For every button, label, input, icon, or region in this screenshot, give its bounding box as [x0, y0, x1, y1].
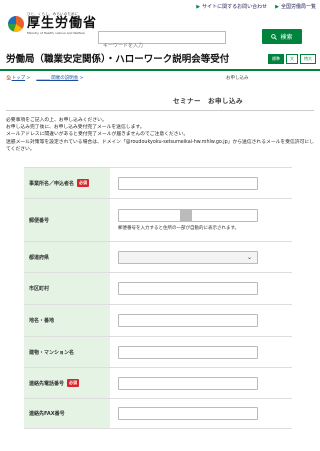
form-field: 郵便番号を入力すると住所の一部が自動的に表示されます。	[110, 199, 292, 241]
breadcrumb-home[interactable]: 🏠トップ >	[6, 75, 30, 81]
bureau-list-link-label: 全国労働局一覧	[280, 4, 316, 10]
logo-text: ひと、くらし、みらいのために 厚生労働省 Ministry of Health,…	[27, 12, 97, 35]
logo-english: Ministry of Health, Labour and Welfare	[27, 31, 85, 35]
form-field	[110, 337, 292, 367]
intro-line: メールアドレスに間違いがあると受付完了メールが届きませんのでご注意ください。	[6, 132, 189, 138]
street-label: 地名・番地	[29, 318, 55, 324]
postcode-separator	[180, 209, 192, 222]
form-field: ⌄	[110, 242, 292, 272]
form-field	[110, 368, 292, 398]
section-divider	[6, 110, 314, 111]
application-form: 事業所名／申込者名 必須 郵便番号 郵便番号を入力すると住所の一部が自動的に表示さ…	[24, 167, 292, 429]
breadcrumb-home-label: トップ	[11, 76, 26, 81]
breadcrumb-current: お申し込み	[226, 76, 249, 81]
fax-input[interactable]	[118, 407, 258, 420]
form-row-city: 市区町村	[24, 273, 292, 305]
size-large-button[interactable]: 大	[286, 54, 298, 64]
site-logo[interactable]: ひと、くらし、みらいのために 厚生労働省 Ministry of Health,…	[8, 12, 97, 35]
text-size-tools: 標準 大 特大	[268, 54, 316, 64]
building-label: 建物・マンション名	[29, 349, 75, 356]
size-xlarge-button[interactable]: 特大	[300, 54, 316, 64]
title-divider	[0, 69, 320, 71]
logo-name: 厚生労働省	[27, 16, 98, 31]
form-row-phone: 連絡先電話番号 必須	[24, 368, 292, 399]
form-label: 連絡先FAX番号	[24, 399, 110, 428]
breadcrumb: 🏠トップ > ______ 開催の説明会 >	[6, 75, 83, 81]
search-input[interactable]	[99, 40, 225, 52]
postcode-inputs	[118, 209, 258, 222]
page-title: 労働局（職業安定関係）・ハローワーク説明会等受付	[6, 54, 230, 65]
size-standard-button[interactable]: 標準	[268, 54, 284, 64]
intro-line: 迷惑メール対策等を設定されている場合は、ドメイン「@roudoukyoku-se…	[6, 139, 314, 152]
arrow-icon: ▶	[196, 4, 201, 10]
postcode-label: 郵便番号	[29, 217, 50, 224]
breadcrumb-seminar[interactable]: ______ 開催の説明会 >	[36, 75, 83, 81]
form-label: 市区町村	[24, 273, 110, 304]
intro-line: 必要事項をご記入の上、お申し込みください。	[6, 118, 107, 123]
form-row-company: 事業所名／申込者名 必須	[24, 168, 292, 199]
intro-line: お申し込み完了後に、お申し込み受付完了メールを送信します。	[6, 125, 145, 131]
form-label: 連絡先電話番号 必須	[24, 368, 110, 398]
phone-label: 連絡先電話番号	[29, 380, 65, 387]
form-label: 建物・マンション名	[24, 337, 110, 367]
search-button[interactable]: 検索	[262, 29, 302, 44]
logo-mark-icon	[8, 15, 24, 32]
intro-text: 必要事項をご記入の上、お申し込みください。 お申し込み完了後に、お申し込み受付完…	[6, 117, 314, 153]
form-row-postcode: 郵便番号 郵便番号を入力すると住所の一部が自動的に表示されます。	[24, 199, 292, 242]
form-field	[110, 305, 292, 336]
postcode-note: 郵便番号を入力すると住所の一部が自動的に表示されます。	[118, 226, 240, 231]
form-label: 事業所名／申込者名 必須	[24, 168, 110, 198]
building-input[interactable]	[118, 345, 258, 359]
header-links: ▶ サイトに関するお問い合わせ ▶ 全国労働局一覧	[196, 3, 316, 10]
prefecture-label: 都道府県	[29, 254, 50, 261]
search-button-label: 検索	[280, 34, 293, 41]
form-row-fax: 連絡先FAX番号	[24, 399, 292, 429]
contact-link-label: サイトに関するお問い合わせ	[202, 4, 268, 10]
contact-link[interactable]: ▶ サイトに関するお問い合わせ	[196, 3, 267, 10]
form-row-building: 建物・マンション名	[24, 337, 292, 368]
bureau-list-link[interactable]: ▶ 全国労働局一覧	[275, 3, 316, 10]
form-label: 都道府県	[24, 242, 110, 272]
breadcrumb-seminar-label: ______ 開催の説明会	[36, 76, 79, 81]
chevron-down-icon: ⌄	[246, 253, 252, 261]
form-field	[110, 273, 292, 304]
search-icon	[271, 33, 278, 40]
street-input[interactable]	[118, 314, 258, 327]
required-badge: 必須	[67, 379, 80, 387]
form-row-prefecture: 都道府県 ⌄	[24, 242, 292, 273]
form-label: 地名・番地	[24, 305, 110, 336]
form-label: 郵便番号	[24, 199, 110, 241]
company-label: 事業所名／申込者名	[29, 180, 75, 187]
company-name-input[interactable]	[118, 176, 258, 190]
phone-input[interactable]	[118, 376, 258, 390]
form-field	[110, 168, 292, 198]
section-title: セミナー お申し込み	[173, 97, 243, 105]
form-row-street: 地名・番地	[24, 305, 292, 337]
search-box	[98, 31, 226, 52]
fax-label: 連絡先FAX番号	[29, 411, 65, 417]
city-label: 市区町村	[29, 286, 50, 292]
prefecture-select[interactable]: ⌄	[118, 250, 258, 264]
arrow-icon: ▶	[275, 4, 279, 10]
city-input[interactable]	[118, 282, 258, 295]
form-field	[110, 399, 292, 428]
required-badge: 必須	[77, 179, 90, 187]
